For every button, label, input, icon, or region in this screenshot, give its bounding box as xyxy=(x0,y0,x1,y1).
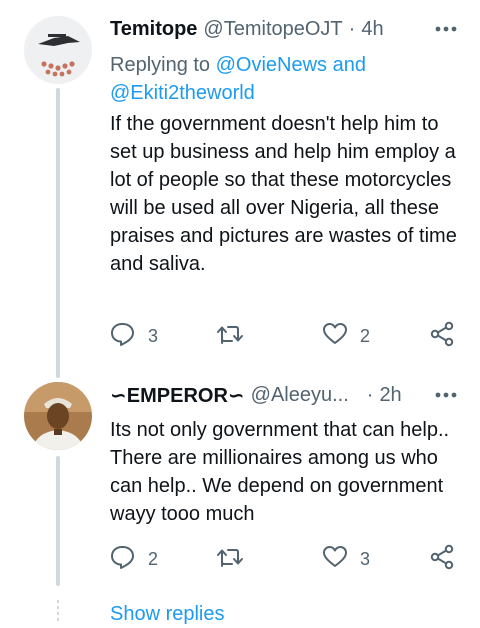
reply-button[interactable]: 3 xyxy=(110,320,158,352)
user-name[interactable]: Temitope xyxy=(110,18,197,41)
thread-dots xyxy=(57,600,59,624)
share-button[interactable] xyxy=(430,543,456,575)
retweet-icon xyxy=(216,544,244,575)
tweet-actions: 2 3 xyxy=(110,543,460,575)
replying-to-and: and xyxy=(332,54,366,76)
replying-to: Replying to @OvieNews and @Ekiti2theworl… xyxy=(110,51,450,107)
reply-icon xyxy=(110,321,136,352)
like-button[interactable]: 3 xyxy=(322,543,370,575)
tweet-header: ∽EMPEROR∽ @Aleeyu... · 2h xyxy=(110,381,460,409)
user-handle[interactable]: @TemitopeOJT xyxy=(203,18,342,41)
like-count: 2 xyxy=(360,325,371,346)
user-handle[interactable]: @Aleeyu... xyxy=(251,384,349,407)
avatar-emperor[interactable] xyxy=(24,382,92,450)
separator: · xyxy=(366,383,374,406)
user-name[interactable]: ∽EMPEROR∽ xyxy=(110,383,245,408)
more-icon[interactable] xyxy=(432,15,460,43)
tweet-text: Its not only government that can help.. … xyxy=(110,419,450,525)
mention-link-1[interactable]: @OvieNews xyxy=(216,54,327,76)
timestamp[interactable]: 2h xyxy=(379,384,401,407)
tweet-actions: 3 2 xyxy=(110,320,460,352)
tweet-header: Temitope @TemitopeOJT · 4h xyxy=(110,15,460,43)
mention-link-2[interactable]: @Ekiti2theworld xyxy=(110,82,255,104)
thread-line xyxy=(56,456,60,586)
like-button[interactable]: 2 xyxy=(322,320,370,352)
retweet-button[interactable] xyxy=(216,320,256,352)
share-button[interactable] xyxy=(430,320,456,352)
avatar-temitope[interactable] xyxy=(24,16,92,84)
reply-button[interactable]: 2 xyxy=(110,543,158,575)
share-icon xyxy=(430,544,456,575)
tweet-text: If the government doesn't help him to se… xyxy=(110,113,457,275)
reply-count: 2 xyxy=(148,548,159,569)
reply-icon xyxy=(110,544,136,575)
retweet-icon xyxy=(216,321,244,352)
like-count: 3 xyxy=(360,548,371,569)
separator: · xyxy=(348,17,356,40)
retweet-button[interactable] xyxy=(216,543,256,575)
thread-line xyxy=(56,88,60,378)
share-icon xyxy=(430,321,456,352)
more-icon[interactable] xyxy=(432,381,460,409)
reply-count: 3 xyxy=(148,325,159,346)
timestamp[interactable]: 4h xyxy=(361,18,383,41)
like-icon xyxy=(322,544,348,575)
replying-to-label: Replying to xyxy=(110,54,211,76)
like-icon xyxy=(322,321,348,352)
